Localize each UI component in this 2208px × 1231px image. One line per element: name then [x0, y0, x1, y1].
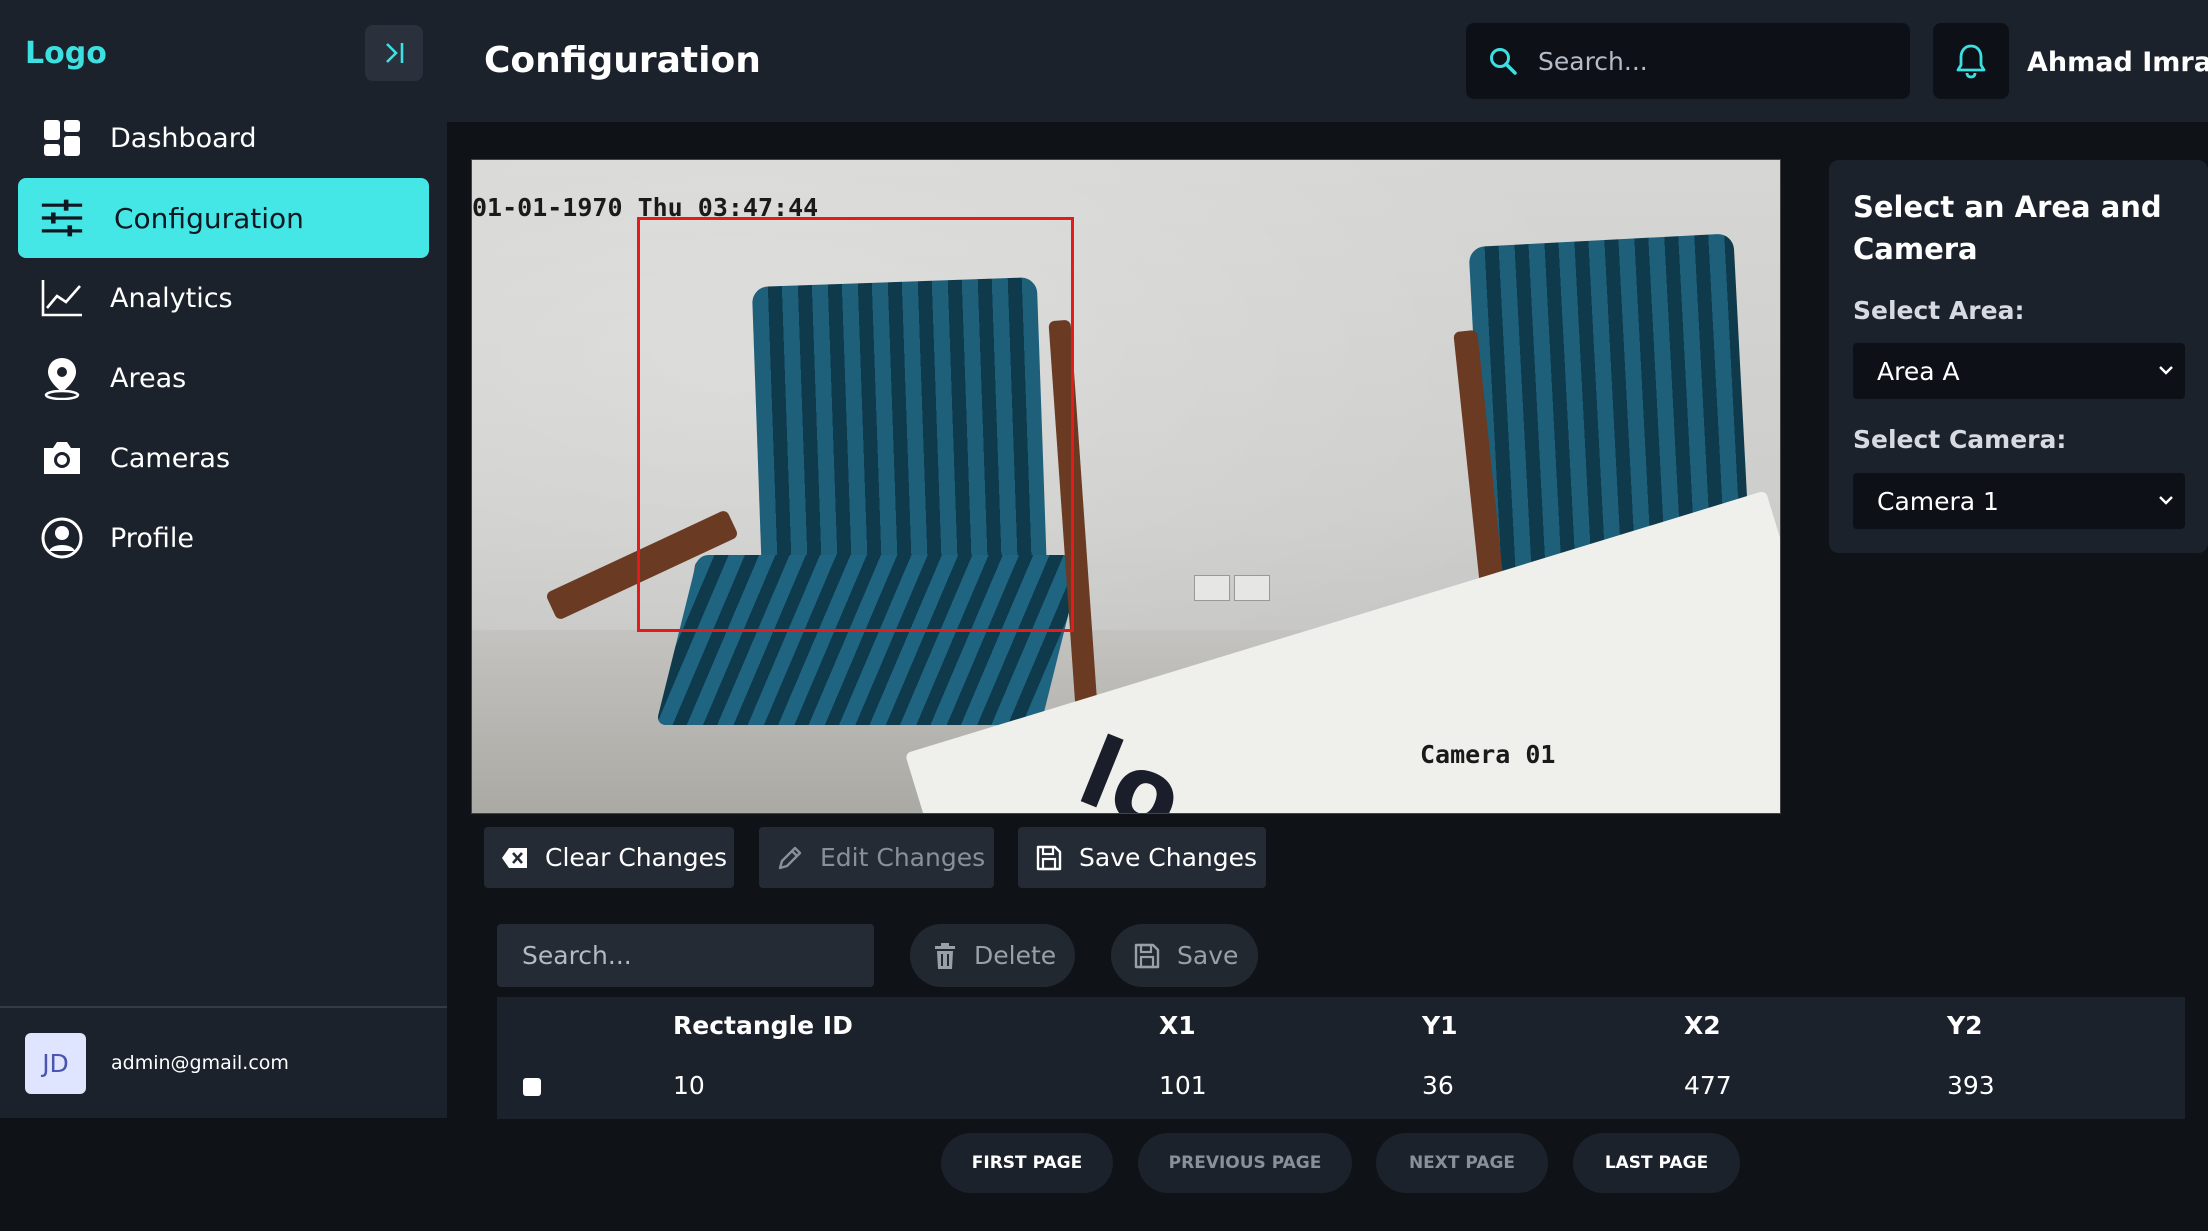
camera-feed[interactable]: lo 01-01-1970 Thu 03:47:44 Camera 01	[471, 159, 1781, 814]
user-email: admin@gmail.com	[111, 1052, 289, 1074]
sidebar-item-profile[interactable]: Profile	[18, 498, 429, 578]
area-select-label: Select Area:	[1853, 296, 2025, 325]
chevron-right-bar-icon	[386, 43, 404, 63]
floppy-disk-icon	[1134, 943, 1160, 968]
table-search-placeholder: Search...	[522, 941, 632, 970]
sidebar-user-footer[interactable]: JD admin@gmail.com	[0, 1006, 447, 1118]
sidebar-item-label: Profile	[110, 522, 194, 554]
sidebar-item-analytics[interactable]: Analytics	[18, 258, 429, 338]
clear-changes-button[interactable]: Clear Changes	[484, 827, 734, 888]
save-changes-button[interactable]: Save Changes	[1018, 827, 1266, 888]
area-select[interactable]: Area A	[1853, 343, 2185, 399]
detection-rectangle[interactable]	[637, 217, 1074, 632]
camera-select-label: Select Camera:	[1853, 425, 2067, 454]
search-placeholder: Search...	[1538, 46, 1648, 76]
sliders-icon	[40, 196, 84, 240]
area-camera-panel: Select an Area and Camera Select Area: A…	[1829, 160, 2208, 553]
previous-page-button[interactable]: PREVIOUS PAGE	[1138, 1133, 1352, 1193]
floppy-disk-icon	[1036, 845, 1062, 870]
table-search-input[interactable]: Search...	[497, 924, 874, 987]
button-label: Delete	[974, 941, 1057, 970]
column-header-x2[interactable]: X2	[1684, 1011, 1721, 1040]
column-header-y1[interactable]: Y1	[1422, 1011, 1458, 1040]
sidebar-collapse-button[interactable]	[365, 25, 423, 81]
sidebar-item-configuration[interactable]: Configuration	[18, 178, 429, 258]
next-page-button[interactable]: NEXT PAGE	[1376, 1133, 1548, 1193]
column-header-x1[interactable]: X1	[1159, 1011, 1196, 1040]
cell-y2: 393	[1947, 1071, 1995, 1100]
edit-changes-button[interactable]: Edit Changes	[759, 827, 994, 888]
avatar[interactable]: JD	[25, 1032, 86, 1094]
camera-select[interactable]: Camera 1	[1853, 473, 2185, 529]
rectangles-table: Rectangle ID X1 Y1 X2 Y2 10 101 36 477 3…	[497, 997, 2185, 1119]
bell-icon	[1956, 44, 1986, 79]
button-label: Edit Changes	[820, 843, 986, 872]
top-header: Configuration Search... Ahmad Imran	[447, 0, 2208, 122]
wall-socket	[1194, 575, 1230, 601]
column-header-rectangle-id[interactable]: Rectangle ID	[673, 1011, 853, 1040]
sidebar-item-cameras[interactable]: Cameras	[18, 418, 429, 498]
button-label: Save	[1177, 941, 1239, 970]
search-icon	[1490, 48, 1517, 75]
global-search-input[interactable]: Search...	[1466, 23, 1910, 99]
wall-socket	[1234, 575, 1270, 601]
panel-title: Select an Area and Camera	[1853, 190, 2162, 266]
area-select-value: Area A	[1877, 356, 1960, 386]
button-label: Save Changes	[1079, 843, 1258, 872]
button-label: Clear Changes	[545, 843, 728, 872]
sidebar-item-areas[interactable]: Areas	[18, 338, 429, 418]
backspace-x-icon	[502, 847, 527, 868]
sidebar-item-label: Analytics	[110, 282, 233, 314]
cell-x1: 101	[1159, 1071, 1207, 1100]
map-pin-icon	[40, 356, 84, 400]
cell-y1: 36	[1422, 1071, 1454, 1100]
sidebar-item-dashboard[interactable]: Dashboard	[18, 98, 429, 178]
chevron-down-icon	[2159, 496, 2173, 505]
last-page-button[interactable]: LAST PAGE	[1573, 1133, 1740, 1193]
camera-label: Camera 01	[1420, 740, 1556, 769]
user-name[interactable]: Ahmad Imran	[2027, 47, 2208, 78]
app-root: Logo Dashboard Configuration Analytics A…	[0, 0, 2208, 1231]
notifications-button[interactable]	[1933, 23, 2009, 99]
save-button[interactable]: Save	[1111, 924, 1258, 987]
sidebar-item-label: Dashboard	[110, 122, 257, 154]
logo[interactable]: Logo	[25, 36, 107, 71]
chart-line-icon	[40, 276, 84, 320]
chevron-down-icon	[2159, 366, 2173, 375]
page-title: Configuration	[484, 40, 761, 81]
sidebar-item-label: Cameras	[110, 442, 231, 474]
cell-x2: 477	[1684, 1071, 1732, 1100]
column-header-y2[interactable]: Y2	[1947, 1011, 1983, 1040]
user-circle-icon	[40, 516, 84, 560]
first-page-button[interactable]: FIRST PAGE	[941, 1133, 1113, 1193]
sidebar-nav: Dashboard Configuration Analytics Areas …	[18, 98, 429, 578]
sidebar-item-label: Areas	[110, 362, 187, 394]
camera-icon	[40, 436, 84, 480]
row-checkbox[interactable]	[523, 1078, 541, 1096]
sidebar: Logo Dashboard Configuration Analytics A…	[0, 0, 447, 1118]
dashboard-icon	[40, 116, 84, 160]
delete-button[interactable]: Delete	[910, 924, 1075, 987]
sidebar-item-label: Configuration	[114, 201, 304, 235]
pencil-icon	[778, 846, 802, 869]
cell-rectangle-id: 10	[673, 1071, 705, 1100]
trash-icon	[935, 942, 955, 969]
camera-select-value: Camera 1	[1877, 486, 1999, 516]
